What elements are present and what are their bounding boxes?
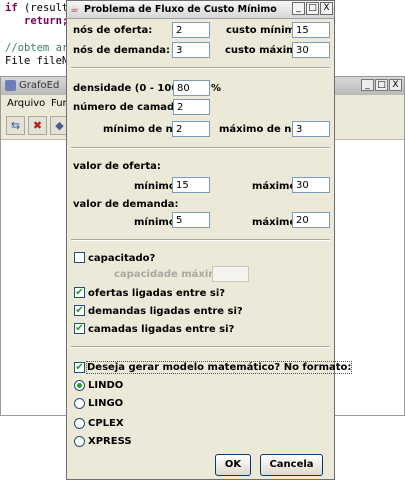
radio-lingo-label: LINGO [88, 398, 124, 409]
densidade-field[interactable] [173, 80, 210, 96]
valor-demanda-min-field[interactable] [172, 212, 210, 228]
valor-oferta-max-field[interactable] [292, 177, 330, 193]
nos-demanda-field[interactable] [172, 42, 210, 58]
cancel-button[interactable]: Cancela [260, 454, 323, 476]
custo-maximo-field[interactable] [292, 42, 330, 58]
arrow-tool-icon[interactable]: ⇆ [6, 116, 25, 135]
dialog-minimize-button[interactable]: _ [292, 2, 305, 15]
radio-cplex[interactable] [74, 418, 85, 429]
custo-minimo-field[interactable] [292, 22, 330, 38]
capacitado-checkbox[interactable] [74, 252, 85, 263]
gerar-modelo-label: Deseja gerar modelo matemático? No forma… [85, 361, 353, 374]
radio-lindo-label: LINDO [88, 380, 124, 391]
ofertas-ligadas-label: ofertas ligadas entre si? [88, 288, 226, 299]
dialog-maximize-button[interactable]: □ [306, 2, 319, 15]
ok-button[interactable]: OK [215, 454, 251, 476]
menu-arquivo[interactable]: Arquivo [7, 98, 45, 109]
separator [71, 346, 330, 348]
minimo-nos-field[interactable] [172, 121, 210, 137]
densidade-unit: % [211, 83, 222, 94]
app-icon [5, 80, 16, 91]
valor-demanda-heading: valor de demanda: [73, 199, 179, 210]
valor-oferta-min-field[interactable] [172, 177, 210, 193]
numero-camadas-field[interactable] [173, 99, 210, 115]
grafoed-title: GrafoEd [19, 80, 60, 91]
capacidade-maxima-field[interactable] [212, 266, 249, 282]
separator [71, 147, 330, 149]
dialog-title-bar: ☕ Problema de Fluxo de Custo Mínimo _ □ … [67, 1, 334, 19]
dialog-close-button[interactable]: X [320, 2, 333, 15]
radio-cplex-label: CPLEX [88, 418, 124, 429]
radio-lingo[interactable] [74, 398, 85, 409]
code-editor-fragment: if (result return; //obtem ar File fileN [0, 0, 70, 80]
minimize-button[interactable]: _ [361, 79, 374, 91]
camadas-ligadas-label: camadas ligadas entre si? [88, 324, 235, 335]
dialog-title: Problema de Fluxo de Custo Mínimo [84, 4, 277, 15]
valor-demanda-max-field[interactable] [292, 212, 330, 228]
capacitado-label: capacitado? [88, 253, 156, 264]
nos-demanda-label: nós de demanda: [73, 45, 170, 56]
maximo-nos-field[interactable] [292, 121, 330, 137]
demandas-ligadas-label: demandas ligadas entre si? [88, 306, 243, 317]
nos-oferta-label: nós de oferta: [73, 25, 153, 36]
ofertas-ligadas-checkbox[interactable]: ✔ [74, 287, 85, 298]
nos-oferta-field[interactable] [172, 22, 210, 38]
valor-oferta-heading: valor de oferta: [73, 161, 161, 172]
separator [71, 67, 330, 69]
code-line: //obtem ar [5, 42, 69, 54]
radio-xpress-label: XPRESS [88, 436, 132, 447]
demandas-ligadas-checkbox[interactable]: ✔ [74, 305, 85, 316]
radio-xpress[interactable] [74, 436, 85, 447]
min-cost-flow-dialog: ☕ Problema de Fluxo de Custo Mínimo _ □ … [66, 0, 353, 480]
code-line: return; [24, 15, 69, 27]
code-line: File fileN [5, 55, 69, 67]
close-button[interactable]: X [389, 79, 402, 91]
radio-lindo[interactable] [74, 380, 85, 391]
densidade-label: densidade (0 - 100): [73, 83, 187, 94]
separator [71, 239, 330, 241]
maximize-button[interactable]: □ [375, 79, 388, 91]
gerar-modelo-checkbox[interactable]: ✔ [74, 362, 85, 373]
java-icon: ☕ [70, 4, 79, 15]
delete-tool-icon[interactable]: ✖ [28, 116, 47, 135]
code-line: if (result [5, 2, 69, 14]
camadas-ligadas-checkbox[interactable]: ✔ [74, 323, 85, 334]
